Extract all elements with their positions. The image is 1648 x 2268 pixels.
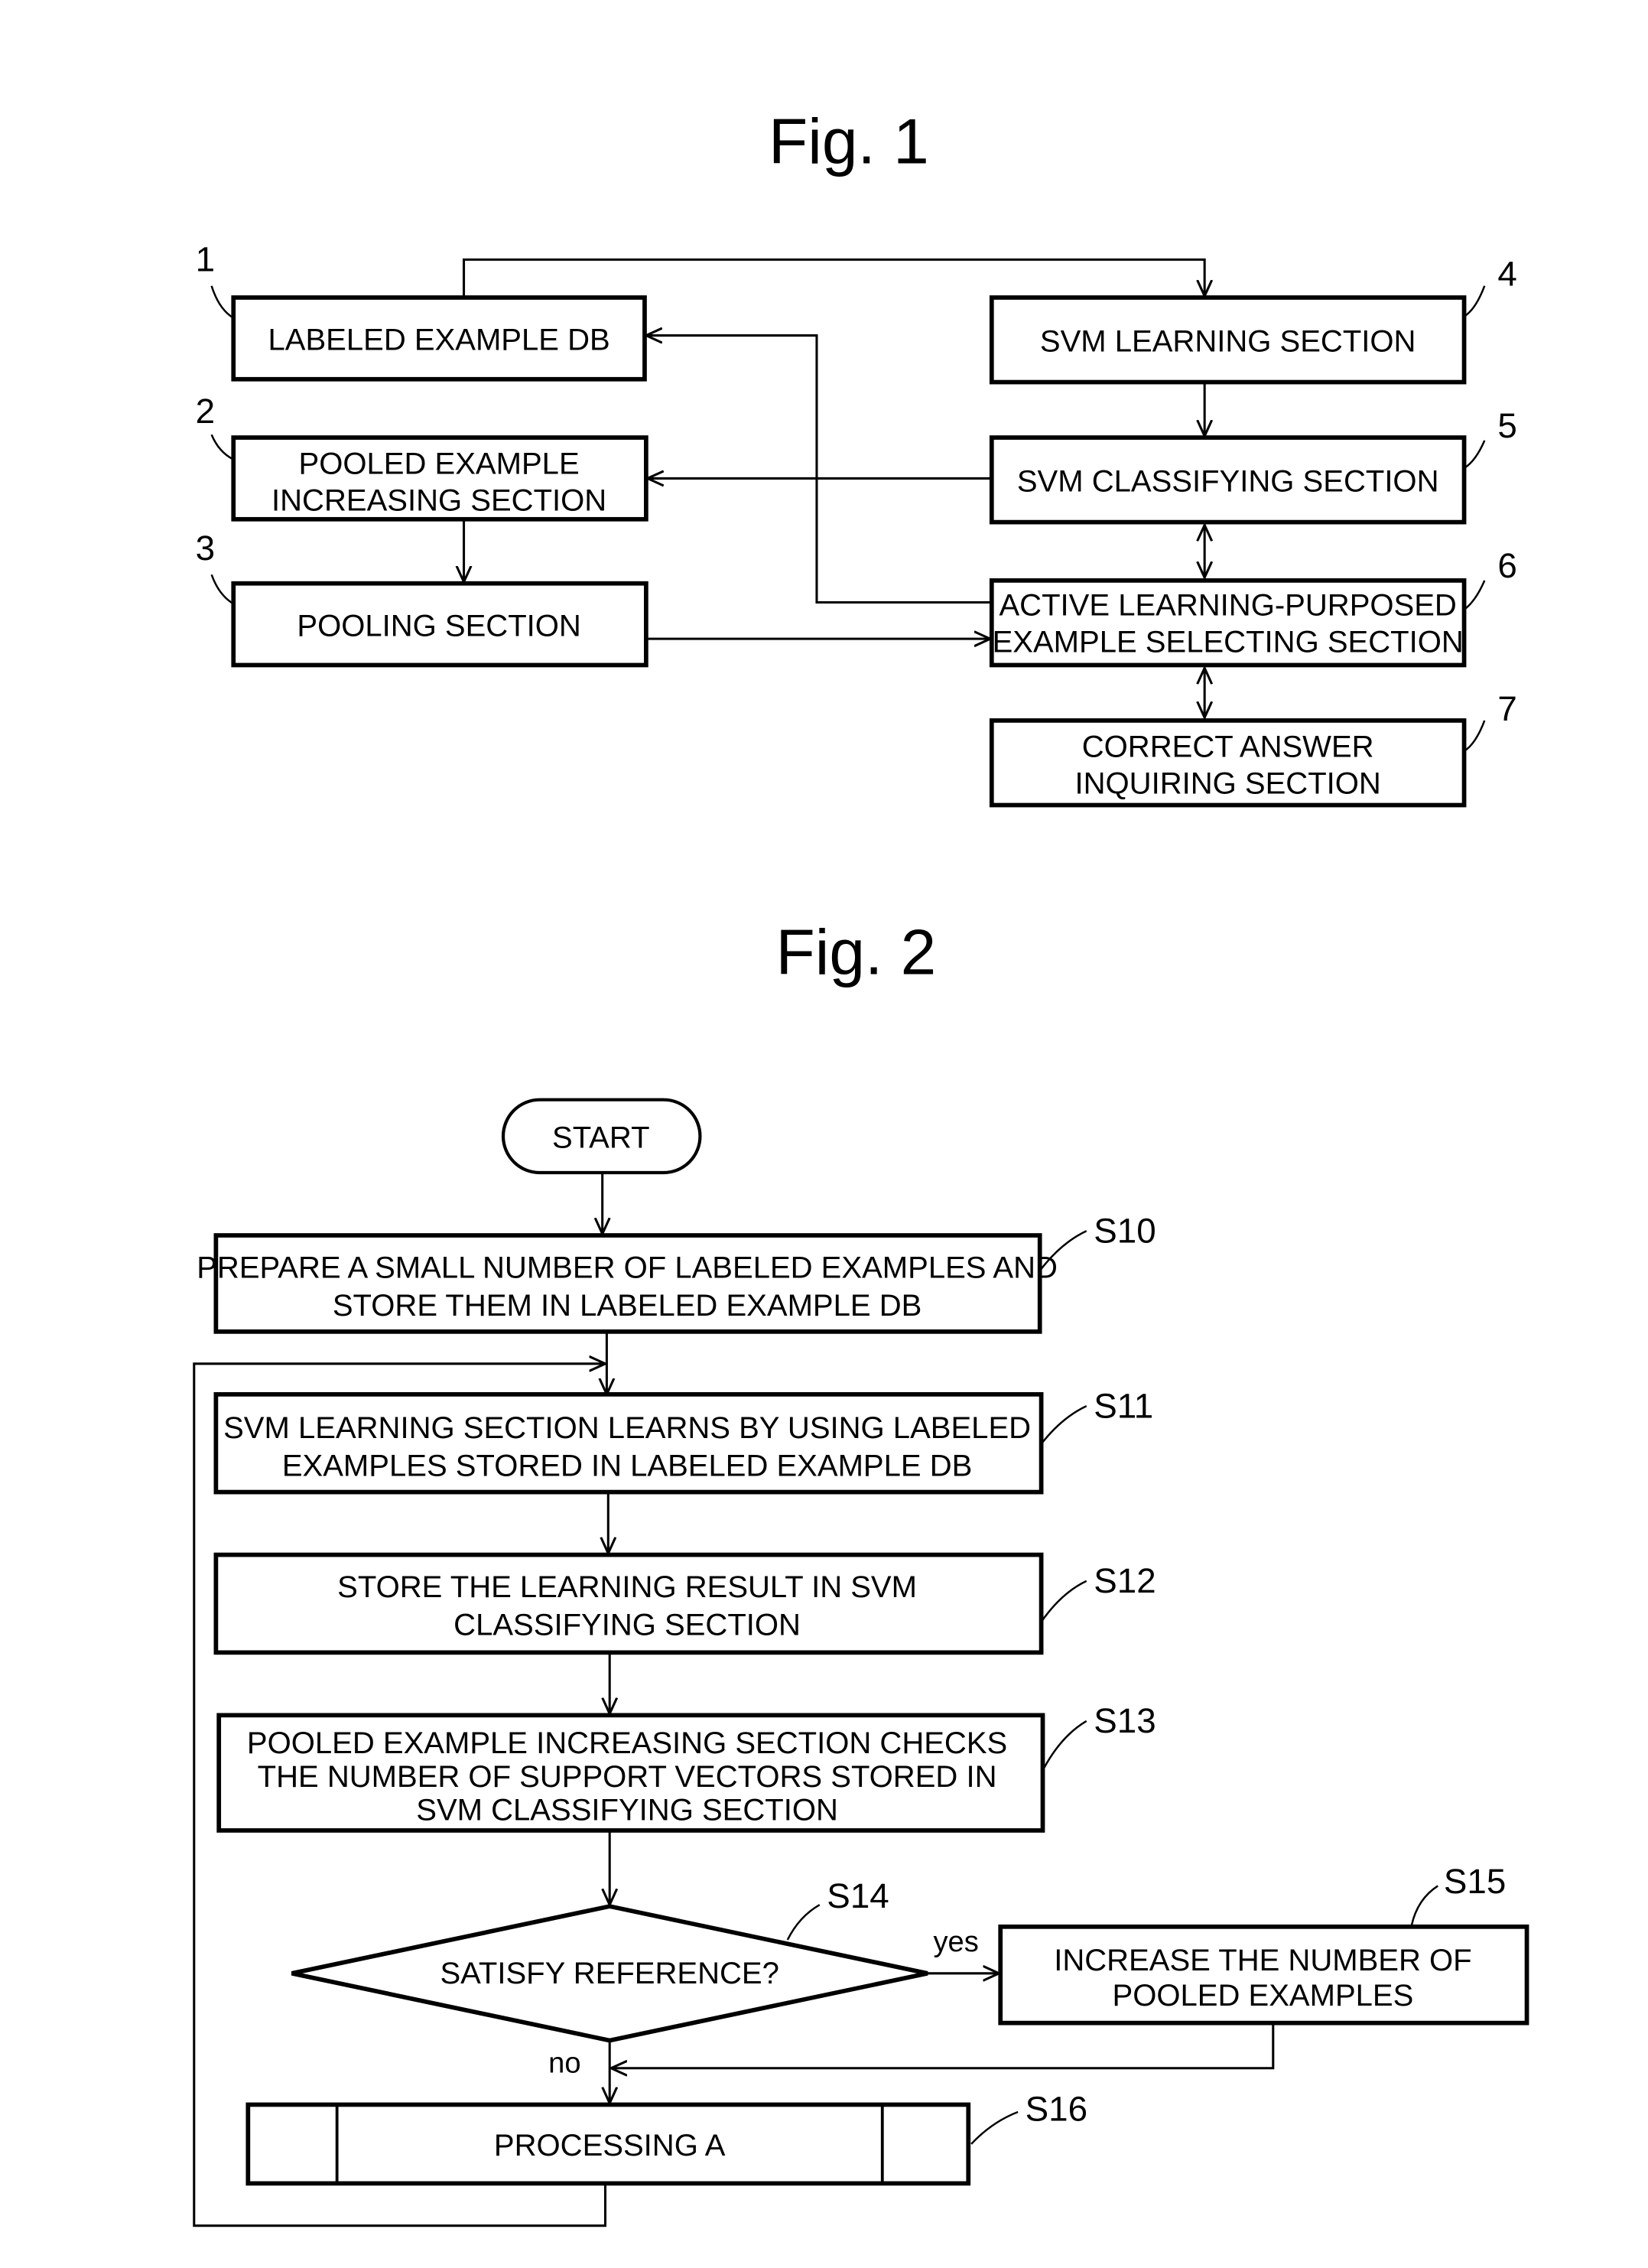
leader-line: [1463, 720, 1486, 753]
block-label: SVM LEARNING SECTION: [1040, 325, 1416, 359]
step-id-s11: S11: [1094, 1386, 1153, 1425]
step-id-s16: S16: [1026, 2089, 1087, 2128]
arrow-db-to-svm-learning: [463, 258, 1205, 298]
step-text-line1: SVM LEARNING SECTION LEARNS BY USING LAB…: [223, 1411, 1031, 1445]
ref-numeral-6: 6: [1497, 546, 1516, 585]
block-svm-classifying-section: SVM CLASSIFYING SECTION: [989, 435, 1467, 525]
block-active-learning-example-selecting-section: ACTIVE LEARNING-PURPOSED EXAMPLE SELECTI…: [989, 578, 1467, 668]
start-terminal: START: [501, 1098, 702, 1175]
ref-numeral-3: 3: [196, 529, 215, 568]
leader-line: [970, 2110, 1019, 2145]
subroutine-text: PROCESSING A: [494, 2129, 726, 2162]
block-label-line2: EXAMPLE SELECTING SECTION: [993, 625, 1464, 659]
decision-text: SATISFY REFERENCE?: [440, 1957, 778, 1990]
step-id-s15: S15: [1444, 1862, 1506, 1901]
step-text-line1: PREPARE A SMALL NUMBER OF LABELED EXAMPL…: [197, 1251, 1058, 1284]
fig1-title: Fig. 1: [769, 106, 929, 177]
block-svm-learning-section: SVM LEARNING SECTION: [989, 295, 1467, 385]
block-label-line1: POOLED EXAMPLE: [299, 447, 580, 481]
step-text-line2: THE NUMBER OF SUPPORT VECTORS STORED IN: [258, 1760, 997, 1794]
branch-label-yes: yes: [934, 1925, 979, 1958]
leader-line: [1463, 440, 1486, 470]
leader-line: [786, 1904, 821, 1941]
block-labeled-example-db: LABELED EXAMPLE DB: [231, 295, 647, 382]
leader-line: [210, 574, 234, 605]
block-label: SVM CLASSIFYING SECTION: [1017, 465, 1439, 499]
step-s11: SVM LEARNING SECTION LEARNS BY USING LAB…: [213, 1391, 1044, 1495]
leader-line: [1043, 1720, 1087, 1769]
step-text-line1: POOLED EXAMPLE INCREASING SECTION CHECKS: [247, 1726, 1007, 1760]
block-label: POOLING SECTION: [297, 609, 580, 643]
block-label-line1: ACTIVE LEARNING-PURPOSED: [999, 589, 1456, 623]
step-id-s10: S10: [1094, 1212, 1156, 1251]
decision-s14: SATISFY REFERENCE?: [291, 1904, 928, 2043]
arrow-s15-return: [611, 2022, 1275, 2068]
step-text-line1: STORE THE LEARNING RESULT IN SVM: [337, 1570, 917, 1604]
step-text-line3: SVM CLASSIFYING SECTION: [416, 1794, 838, 1827]
step-id-s13: S13: [1094, 1701, 1156, 1740]
block-pooling-section: POOLING SECTION: [231, 581, 648, 668]
ref-numeral-5: 5: [1497, 406, 1516, 445]
step-s12: STORE THE LEARNING RESULT IN SVM CLASSIF…: [213, 1552, 1044, 1655]
leader-line: [1410, 1885, 1438, 1926]
ref-numeral-1: 1: [196, 240, 215, 279]
leader-line: [210, 285, 234, 319]
step-id-s12: S12: [1094, 1561, 1156, 1600]
step-s13: POOLED EXAMPLE INCREASING SECTION CHECKS…: [216, 1713, 1045, 1833]
block-label-line1: CORRECT ANSWER: [1082, 731, 1374, 764]
ref-numeral-2: 2: [196, 392, 215, 431]
step-id-s14: S14: [827, 1876, 889, 1915]
fig2-title: Fig. 2: [776, 916, 937, 988]
step-text-line2: POOLED EXAMPLES: [1113, 1979, 1414, 2013]
step-s15: INCREASE THE NUMBER OF POOLED EXAMPLES: [998, 1924, 1529, 2026]
leader-line: [1040, 1580, 1087, 1623]
step-text-line2: STORE THEM IN LABELED EXAMPLE DB: [333, 1289, 922, 1323]
block-pooled-example-increasing-section: POOLED EXAMPLE INCREASING SECTION: [231, 435, 648, 522]
block-label-line2: INQUIRING SECTION: [1074, 766, 1380, 800]
leader-line: [210, 434, 234, 460]
step-s10: PREPARE A SMALL NUMBER OF LABELED EXAMPL…: [197, 1233, 1058, 1334]
block-label: LABELED EXAMPLE DB: [268, 324, 610, 357]
leader-line: [1463, 580, 1486, 611]
subroutine-s16: PROCESSING A: [245, 2102, 971, 2186]
leader-line: [1463, 285, 1486, 317]
block-label-line2: INCREASING SECTION: [271, 483, 606, 517]
ref-numeral-7: 7: [1497, 689, 1516, 728]
start-label: START: [552, 1121, 650, 1155]
ref-numeral-4: 4: [1497, 255, 1516, 294]
leader-line: [1040, 1404, 1087, 1445]
patent-drawing-sheet: Fig. 1 LABELED EXAMPLE DB 1 POOLED EXAMP…: [193, 106, 1529, 2227]
step-text-line2: CLASSIFYING SECTION: [453, 1608, 801, 1642]
step-text-line2: EXAMPLES STORED IN LABELED EXAMPLE DB: [282, 1450, 973, 1483]
block-correct-answer-inquiring-section: CORRECT ANSWER INQUIRING SECTION: [989, 718, 1467, 808]
branch-label-no: no: [548, 2046, 580, 2079]
arrow-active-learning-to-db: [646, 336, 992, 604]
step-text-line1: INCREASE THE NUMBER OF: [1054, 1944, 1471, 1977]
